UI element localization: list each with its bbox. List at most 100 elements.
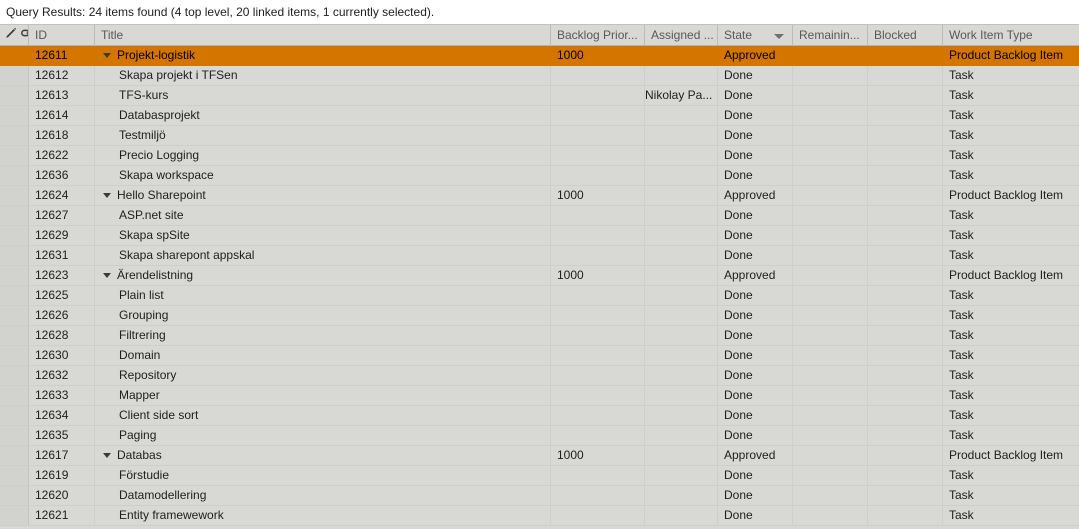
expand-collapse-triangle-icon[interactable] xyxy=(103,273,111,278)
table-row[interactable]: 12624 Hello Sharepoint 1000 Approved Product… xyxy=(0,186,1079,206)
cell-blocked xyxy=(868,466,943,485)
cell-assigned xyxy=(645,366,718,385)
column-header-remaining[interactable]: Remainin... xyxy=(793,25,868,46)
table-row[interactable]: 12627 ASP.net site Done Task xyxy=(0,206,1079,226)
cell-state: Done xyxy=(718,306,793,325)
cell-remaining xyxy=(793,226,868,245)
table-row[interactable]: 12633 Mapper Done Task xyxy=(0,386,1079,406)
table-row[interactable]: 12613 TFS-kurs Nikolay Pa... Done Task xyxy=(0,86,1079,106)
cell-title: Förstudie xyxy=(95,466,551,485)
work-item-title: Entity framewework xyxy=(119,508,224,522)
cell-worktype: Task xyxy=(949,508,974,522)
cell-backlog xyxy=(551,466,645,485)
work-item-title: Grouping xyxy=(119,308,169,322)
cell-assigned xyxy=(645,446,718,465)
work-item-title: Client side sort xyxy=(119,408,199,422)
grid-header-icons-cell[interactable] xyxy=(0,25,29,46)
cell-title: Entity framewework xyxy=(95,506,551,525)
table-row[interactable]: 12619 Förstudie Done Task xyxy=(0,466,1079,486)
column-header-worktype[interactable]: Work Item Type xyxy=(943,25,1079,46)
expand-collapse-triangle-icon[interactable] xyxy=(103,53,111,58)
table-row[interactable]: 12636 Skapa workspace Done Task xyxy=(0,166,1079,186)
cell-blocked xyxy=(868,66,943,85)
cell-id: 12624 xyxy=(29,186,95,205)
table-row[interactable]: 12626 Grouping Done Task xyxy=(0,306,1079,326)
cell-blocked xyxy=(868,126,943,145)
cell-blocked xyxy=(868,306,943,325)
cell-remaining xyxy=(793,46,868,65)
column-header-title[interactable]: Title xyxy=(95,25,551,46)
column-header-blocked[interactable]: Blocked xyxy=(868,25,943,46)
cell-backlog xyxy=(551,506,645,525)
grid-column-header-row[interactable]: ID Title Backlog Prior... Assigned ... State… xyxy=(0,24,1079,46)
cell-state: Approved xyxy=(718,266,793,285)
cell-remaining xyxy=(793,406,868,425)
cell-state: Done xyxy=(718,106,793,125)
table-row[interactable]: 12612 Skapa projekt i TFSen Done Task xyxy=(0,66,1079,86)
cell-id: 12619 xyxy=(29,466,95,485)
cell-assigned xyxy=(645,166,718,185)
cell-state: Done xyxy=(718,346,793,365)
cell-remaining xyxy=(793,346,868,365)
column-header-state[interactable]: State xyxy=(718,25,793,46)
table-row[interactable]: 12617 Databas 1000 Approved Product Backlog … xyxy=(0,446,1079,466)
cell-backlog xyxy=(551,206,645,225)
cell-id: 12627 xyxy=(29,206,95,225)
cell-backlog xyxy=(551,346,645,365)
table-row[interactable]: 12621 Entity framewework Done Task xyxy=(0,506,1079,526)
work-item-title: Hello Sharepoint xyxy=(117,188,206,202)
table-row[interactable]: 12611 Projekt-logistik 1000 Approved Product… xyxy=(0,46,1079,66)
column-header-id[interactable]: ID xyxy=(29,25,95,46)
work-item-grid[interactable]: ID Title Backlog Prior... Assigned ... State… xyxy=(0,24,1079,529)
table-row[interactable]: 12628 Filtrering Done Task xyxy=(0,326,1079,346)
cell-backlog xyxy=(551,126,645,145)
cell-remaining xyxy=(793,246,868,265)
table-row[interactable]: 12614 Databasprojekt Done Task xyxy=(0,106,1079,126)
expand-collapse-triangle-icon[interactable] xyxy=(103,193,111,198)
cell-state: Done xyxy=(718,86,793,105)
cell-backlog xyxy=(551,226,645,245)
column-header-backlog[interactable]: Backlog Prior... xyxy=(551,25,645,46)
grid-body[interactable]: 12611 Projekt-logistik 1000 Approved Product… xyxy=(0,46,1079,526)
cell-id: 12622 xyxy=(29,146,95,165)
cell-state: Done xyxy=(718,386,793,405)
table-row[interactable]: 12623 Ärendelistning 1000 Approved Product B… xyxy=(0,266,1079,286)
row-gutter-cell xyxy=(0,286,29,305)
cell-remaining xyxy=(793,326,868,345)
row-gutter-cell xyxy=(0,266,29,285)
cell-state: Done xyxy=(718,146,793,165)
cell-worktype: Task xyxy=(949,68,974,82)
expand-collapse-triangle-icon[interactable] xyxy=(103,453,111,458)
cell-remaining xyxy=(793,266,868,285)
table-row[interactable]: 12620 Datamodellering Done Task xyxy=(0,486,1079,506)
work-item-title: Skapa sharepont appskal xyxy=(119,248,255,262)
cell-worktype: Product Backlog Item xyxy=(949,48,1064,62)
cell-backlog xyxy=(551,306,645,325)
row-gutter-cell xyxy=(0,46,29,65)
table-row[interactable]: 12634 Client side sort Done Task xyxy=(0,406,1079,426)
cell-id: 12611 xyxy=(29,46,95,65)
cell-id: 12614 xyxy=(29,106,95,125)
work-item-title: TFS-kurs xyxy=(119,88,169,102)
cell-state: Approved xyxy=(718,46,793,65)
sort-descending-icon[interactable] xyxy=(774,34,784,39)
table-row[interactable]: 12618 Testmiljö Done Task xyxy=(0,126,1079,146)
table-row[interactable]: 12629 Skapa spSite Done Task xyxy=(0,226,1079,246)
table-row[interactable]: 12635 Paging Done Task xyxy=(0,426,1079,446)
row-gutter-cell xyxy=(0,366,29,385)
cell-remaining xyxy=(793,446,868,465)
table-row[interactable]: 12625 Plain list Done Task xyxy=(0,286,1079,306)
cell-blocked xyxy=(868,206,943,225)
table-row[interactable]: 12630 Domain Done Task xyxy=(0,346,1079,366)
cell-title: Skapa workspace xyxy=(95,166,551,185)
table-row[interactable]: 12631 Skapa sharepont appskal Done Task xyxy=(0,246,1079,266)
column-header-assigned[interactable]: Assigned ... xyxy=(645,25,718,46)
work-item-title: Plain list xyxy=(119,288,164,302)
cell-worktype: Task xyxy=(949,88,974,102)
table-row[interactable]: 12632 Repository Done Task xyxy=(0,366,1079,386)
cell-remaining xyxy=(793,86,868,105)
cell-id: 12625 xyxy=(29,286,95,305)
work-item-title: Filtrering xyxy=(119,328,166,342)
cell-blocked xyxy=(868,506,943,525)
table-row[interactable]: 12622 Precio Logging Done Task xyxy=(0,146,1079,166)
